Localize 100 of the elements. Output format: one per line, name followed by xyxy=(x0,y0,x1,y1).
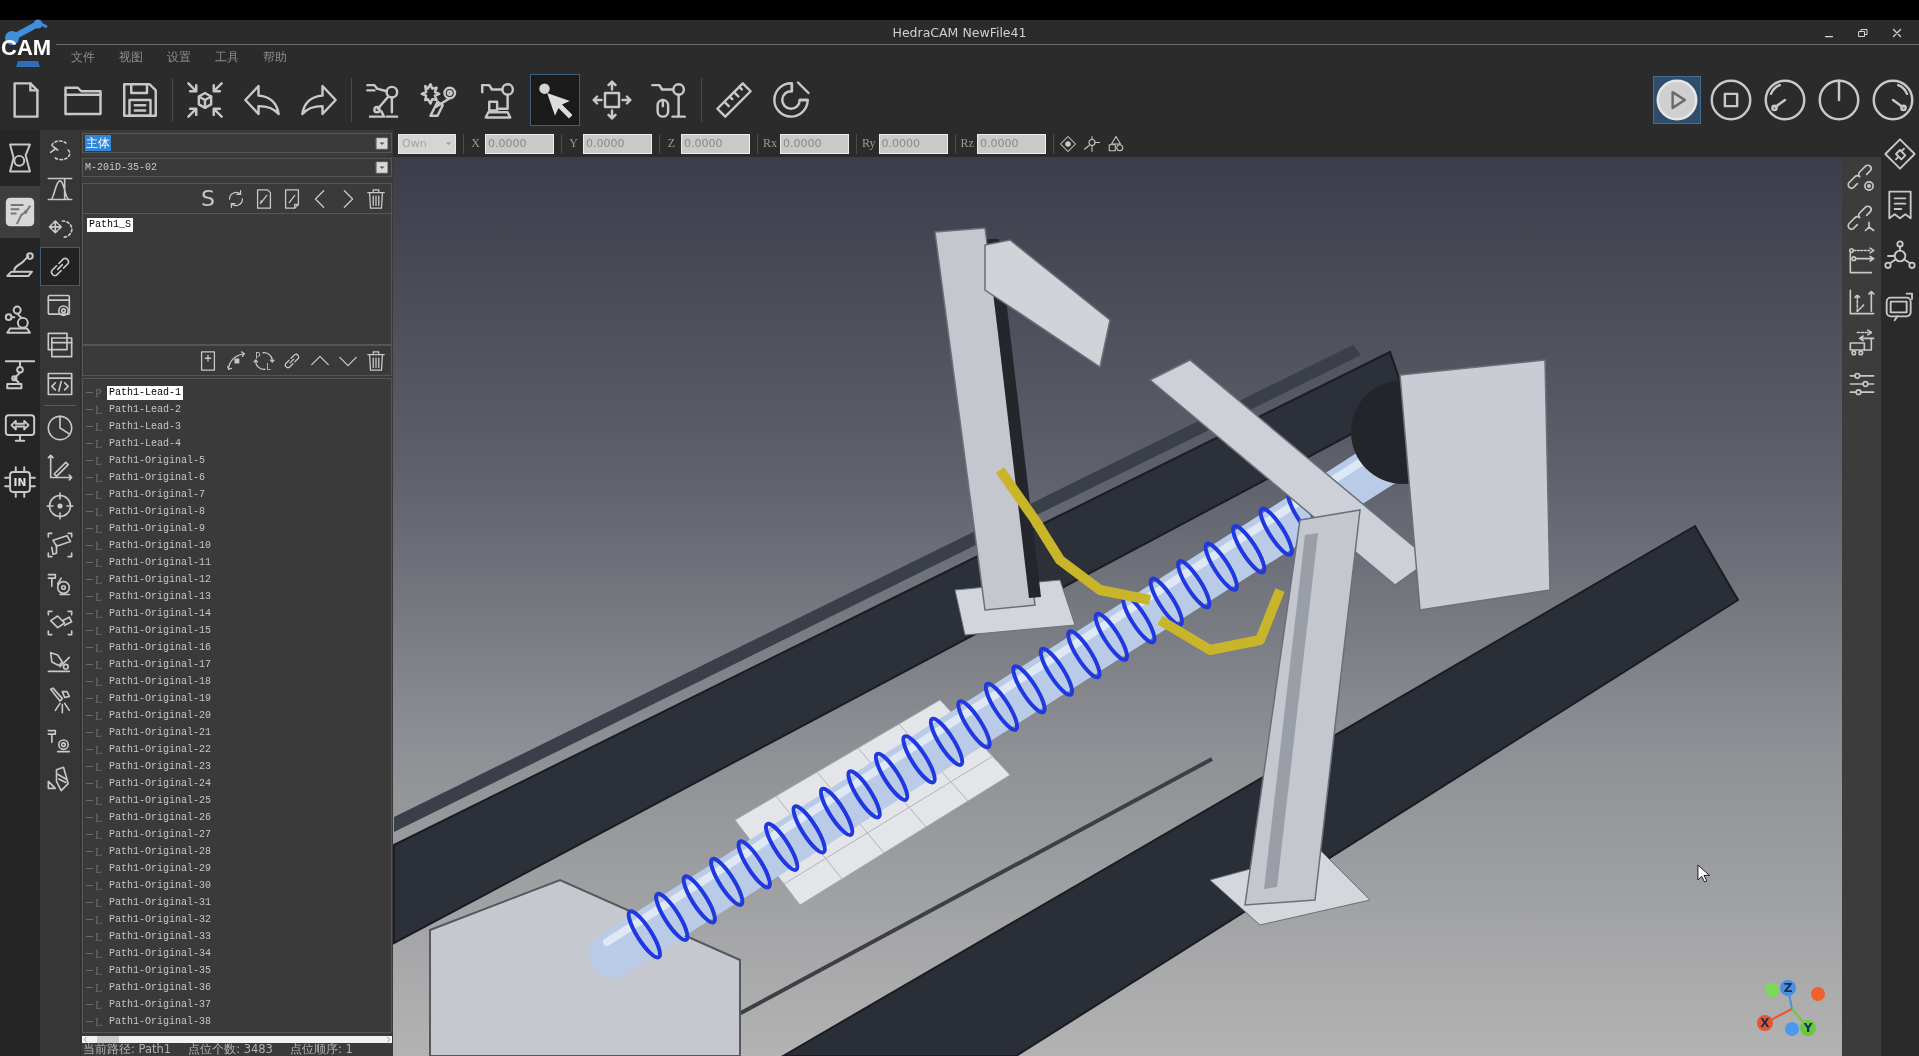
ruler-icon xyxy=(713,79,755,121)
tree-item[interactable]: Path1-Original-38 xyxy=(107,1014,214,1029)
gauge-up-icon xyxy=(1818,79,1860,121)
tree-item[interactable]: Path1-Original-28 xyxy=(107,844,214,859)
link-button[interactable] xyxy=(40,247,80,286)
axis-label: X xyxy=(1757,1015,1773,1031)
status-text: 点位顺序: 1 xyxy=(289,1043,353,1056)
axis-node-icon[interactable] xyxy=(1082,134,1101,153)
tree-item[interactable]: Path1-Original-21 xyxy=(107,725,214,740)
status-text: 当前路径: Path1 xyxy=(83,1043,172,1056)
windows-stack-icon xyxy=(46,330,74,359)
axis-label: Y xyxy=(1800,1020,1816,1036)
tree-item[interactable]: Path1-Original-13 xyxy=(107,589,214,604)
robot-select[interactable]: M-20iD-35-02 xyxy=(82,158,392,177)
coordinate-label: Rz xyxy=(960,136,974,151)
3d-viewport[interactable]: Z X Y xyxy=(393,157,1842,1056)
tree-item[interactable]: Path1-Original-6 xyxy=(107,470,207,485)
magnet-icon xyxy=(770,79,812,121)
axis-end-dot-icon xyxy=(1811,987,1825,1001)
tree-item[interactable]: Path1-Original-20 xyxy=(107,708,214,723)
tree-item[interactable]: Path1-Original-23 xyxy=(107,759,214,774)
dotted-arrows-icon[interactable] xyxy=(1847,247,1876,275)
status-text: 点位个数: 3483 xyxy=(188,1043,273,1056)
play-button[interactable] xyxy=(1653,76,1701,124)
axis-end-dot-icon xyxy=(1765,983,1779,997)
coordinate-label: Z xyxy=(666,136,677,151)
menu-item[interactable]: 设置 xyxy=(167,49,191,66)
tree-item[interactable]: Path1-Original-16 xyxy=(107,640,214,655)
diamond-link-icon[interactable] xyxy=(1884,138,1916,170)
coordinate-label: Rx xyxy=(763,136,777,151)
menu-item[interactable]: 帮助 xyxy=(263,49,287,66)
play-icon xyxy=(1656,79,1698,121)
tree-item[interactable]: Path1-Original-9 xyxy=(107,521,207,536)
chip-button[interactable]: IN xyxy=(0,456,40,508)
tree-item[interactable]: Path1-Original-10 xyxy=(107,538,214,553)
tree-item[interactable]: Path1-Original-25 xyxy=(107,793,214,808)
mouse-cursor-icon xyxy=(1697,864,1710,883)
tree-item[interactable]: Path1-Original-33 xyxy=(107,929,214,944)
horizontal-scrollbar[interactable] xyxy=(82,1036,392,1043)
shapes-icon[interactable] xyxy=(1106,134,1125,153)
tree-item[interactable]: Path1-Original-18 xyxy=(107,674,214,689)
cart-arrows-icon[interactable] xyxy=(1847,329,1876,357)
tree-item[interactable]: Path1-Original-27 xyxy=(107,827,214,842)
tree-item[interactable]: Path1-Original-8 xyxy=(107,504,207,519)
window-title: HedraCAM NewFile41 xyxy=(892,25,1027,40)
path-list-item[interactable]: Path1_S xyxy=(87,218,133,232)
axis-pencil-icon xyxy=(46,452,74,481)
tree-item[interactable]: Path1-Lead-4 xyxy=(107,436,183,451)
menu-item[interactable]: 文件 xyxy=(71,49,95,66)
tree-item[interactable]: Path1-Original-22 xyxy=(107,742,214,757)
tree-item[interactable]: Path1-Original-19 xyxy=(107,691,214,706)
tree-item[interactable]: Path1-Original-35 xyxy=(107,963,214,978)
tree-item[interactable]: Path1-Original-29 xyxy=(107,861,214,876)
tree-item[interactable]: Path1-Original-12 xyxy=(107,572,214,587)
tree-item[interactable]: Path1-Lead-2 xyxy=(107,402,183,417)
program-robot-button[interactable] xyxy=(0,186,40,238)
tree-item[interactable]: Path1-Original-24 xyxy=(107,776,214,791)
move-arrows-icon xyxy=(591,79,633,121)
letter-button[interactable]: S xyxy=(197,186,219,211)
tree-item[interactable]: Path1-Original-30 xyxy=(107,878,214,893)
tree-item[interactable]: Path1-Original-15 xyxy=(107,623,214,638)
axis-arrows-icon[interactable] xyxy=(1847,288,1876,316)
body-select[interactable]: 主体 xyxy=(82,133,392,153)
gauge-right-icon xyxy=(1872,79,1914,121)
tree-item[interactable]: Path1-Original-36 xyxy=(107,980,214,995)
tree-item[interactable]: Path1-Original-32 xyxy=(107,912,214,927)
menu-item[interactable]: 工具 xyxy=(215,49,239,66)
screen-icon[interactable] xyxy=(1884,291,1916,323)
pie-chart-icon xyxy=(46,413,74,442)
sliders-icon[interactable] xyxy=(1847,370,1876,398)
link-branch-icon[interactable] xyxy=(1847,206,1876,234)
close-icon[interactable] xyxy=(1891,26,1903,39)
tree-item[interactable]: Path1-Lead-1 xyxy=(107,385,183,400)
tree-item[interactable]: Path1-Original-37 xyxy=(107,997,214,1012)
monitor-arrows-icon xyxy=(3,411,37,445)
menu-item[interactable]: 视图 xyxy=(119,49,143,66)
link-gear-icon[interactable] xyxy=(1847,165,1876,193)
tree-item[interactable]: Path1-Original-14 xyxy=(107,606,214,621)
select-value: 主体 xyxy=(85,135,111,151)
pointer-arrow-button[interactable] xyxy=(530,74,580,126)
tree-item[interactable]: Path1-Original-31 xyxy=(107,895,214,910)
tree-item[interactable]: Path1-Original-11 xyxy=(107,555,214,570)
stop-icon xyxy=(1710,79,1752,121)
tree-item[interactable]: Path1-Original-17 xyxy=(107,657,214,672)
restore-icon[interactable] xyxy=(1857,26,1869,39)
network-gear-icon[interactable] xyxy=(1884,240,1916,272)
tree-item[interactable]: Path1-Original-5 xyxy=(107,453,207,468)
fit-view-icon xyxy=(184,79,226,121)
logo-text: CAM xyxy=(1,37,52,59)
trash-icon[interactable] xyxy=(365,187,387,210)
tree-item[interactable]: Path1-Original-26 xyxy=(107,810,214,825)
curve-point-icon[interactable] xyxy=(225,349,247,372)
trash-icon[interactable] xyxy=(365,349,387,372)
gauge-left-icon xyxy=(1764,79,1806,121)
tree-item[interactable]: Path1-Original-7 xyxy=(107,487,207,502)
scrollbar-thumb[interactable] xyxy=(97,1036,119,1043)
tree-item[interactable]: Path1-Original-34 xyxy=(107,946,214,961)
diamond-target-icon[interactable] xyxy=(1058,134,1077,153)
axis-label: Z xyxy=(1780,980,1796,996)
tree-item[interactable]: Path1-Lead-3 xyxy=(107,419,183,434)
